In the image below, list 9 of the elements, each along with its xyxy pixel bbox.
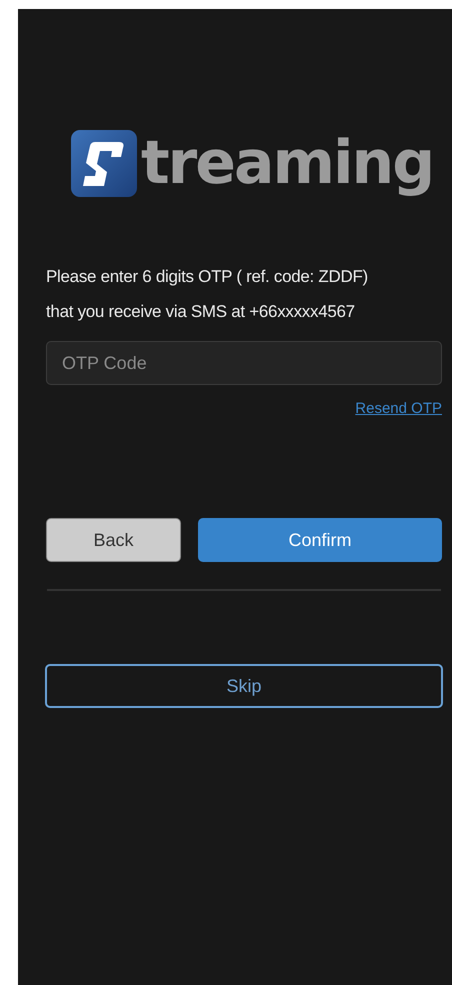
- logo-icon: [71, 130, 137, 197]
- logo-wordmark: treaming: [141, 130, 434, 197]
- instruction-text: Please enter 6 digits OTP ( ref. code: ZDDF): [46, 266, 369, 288]
- back-button[interactable]: Back: [46, 518, 181, 562]
- instruction-text: that you receive via SMS at +66xxxxx4567: [46, 301, 356, 323]
- skip-button[interactable]: Skip: [45, 664, 443, 708]
- resend-otp-link[interactable]: Resend OTP: [355, 400, 442, 417]
- otp-input-field[interactable]: OTP Code: [46, 341, 442, 385]
- confirm-button[interactable]: Confirm: [198, 518, 442, 562]
